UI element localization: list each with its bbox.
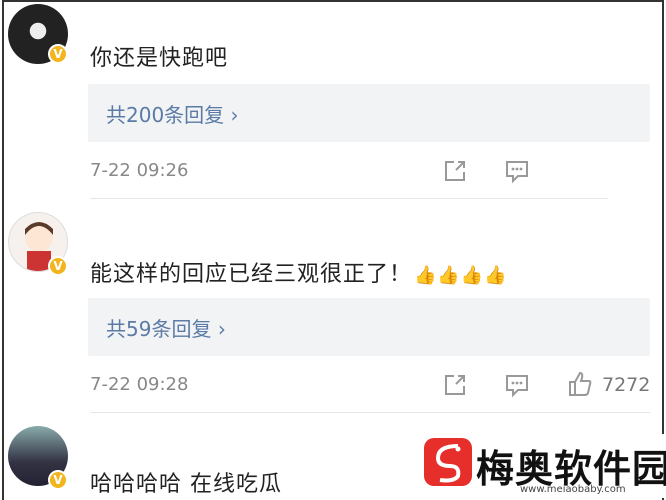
verified-badge-icon: V	[48, 44, 68, 64]
verified-badge-icon: V	[48, 470, 68, 490]
replies-count-label: 共59条回复	[106, 317, 212, 341]
comment-timestamp: 7-22 09:28	[90, 374, 189, 395]
thumbs-up-emoji: 👍👍👍👍	[414, 265, 508, 286]
share-icon[interactable]	[442, 372, 468, 398]
comment-text: 哈哈哈哈 在线吃瓜	[90, 472, 282, 497]
comment-list: V 你还是快跑吧 共200条回复 › 7-22 09:26 V 能这样的回应已经…	[2, 0, 666, 500]
comment-text: 能这样的回应已经三观很正了！ 👍👍👍👍	[90, 256, 508, 288]
comment-timestamp: 7-22 09:26	[90, 160, 189, 181]
like-count: 7272	[602, 374, 651, 396]
site-watermark: 梅奥软件园 www.meiaobaby.com	[424, 434, 666, 498]
dragon-logo-icon	[424, 438, 472, 486]
like-icon[interactable]	[566, 370, 594, 398]
divider	[90, 198, 608, 199]
comment-text: 你还是快跑吧	[90, 46, 229, 71]
chevron-right-icon: ›	[217, 317, 226, 341]
divider	[90, 412, 650, 413]
share-icon[interactable]	[442, 158, 468, 184]
comment-icon[interactable]	[504, 158, 530, 184]
replies-count-label: 共200条回复	[106, 103, 225, 127]
verified-badge-icon: V	[48, 256, 68, 276]
comment-icon[interactable]	[504, 372, 530, 398]
comment-text-body: 能这样的回应已经三观很正了！	[90, 262, 413, 287]
watermark-url: www.meiaobaby.com	[520, 484, 626, 495]
view-replies-button[interactable]: 共59条回复 ›	[88, 298, 650, 356]
view-replies-button[interactable]: 共200条回复 ›	[88, 84, 650, 142]
chevron-right-icon: ›	[230, 103, 239, 127]
